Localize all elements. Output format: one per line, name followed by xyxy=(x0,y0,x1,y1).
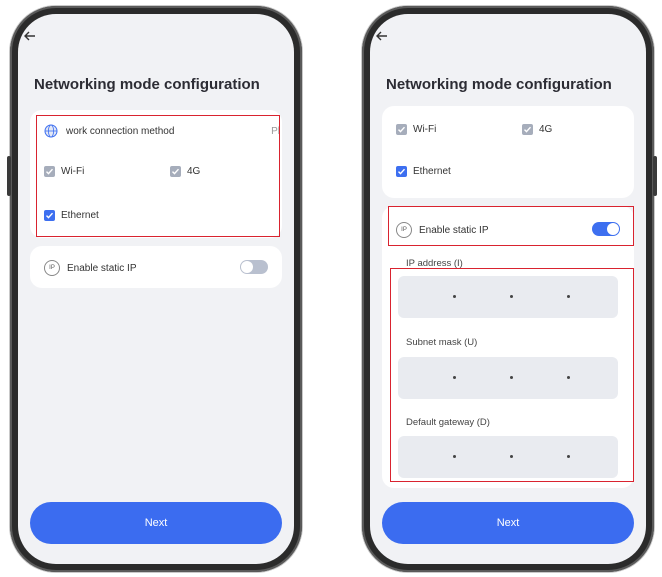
left-screen: Networking mode configuration work conne… xyxy=(18,14,294,564)
checkbox-checked-icon xyxy=(396,124,407,135)
next-button[interactable]: Next xyxy=(30,502,282,544)
highlight-box xyxy=(388,206,634,246)
checkbox-checked-icon xyxy=(396,166,407,177)
side-button xyxy=(653,156,657,196)
back-arrow-icon[interactable] xyxy=(22,28,44,50)
option-4g[interactable]: 4G xyxy=(522,124,552,135)
static-ip-toggle[interactable] xyxy=(240,260,268,274)
right-screen: Networking mode configuration Wi-Fi 4G E… xyxy=(370,14,646,564)
static-ip-label: Enable static IP xyxy=(67,262,137,274)
next-button[interactable]: Next xyxy=(382,502,634,544)
network-options-card: Wi-Fi 4G Ethernet xyxy=(382,106,634,198)
page-title: Networking mode configuration xyxy=(386,76,612,93)
highlight-box xyxy=(36,115,280,237)
ip-icon: IP xyxy=(44,260,60,276)
side-button xyxy=(7,156,11,196)
page-title: Networking mode configuration xyxy=(34,76,260,93)
option-label: Wi-Fi xyxy=(413,124,437,135)
checkbox-checked-icon xyxy=(522,124,533,135)
highlight-box xyxy=(390,268,634,482)
static-ip-row: IP Enable static IP xyxy=(44,260,136,276)
option-wifi[interactable]: Wi-Fi xyxy=(396,124,436,135)
option-label: 4G xyxy=(539,124,553,135)
static-ip-card: IP Enable static IP xyxy=(30,246,282,288)
left-phone: Networking mode configuration work conne… xyxy=(7,6,302,572)
back-arrow-icon[interactable] xyxy=(374,28,396,50)
option-ethernet[interactable]: Ethernet xyxy=(396,166,451,177)
toggle-knob xyxy=(241,261,253,273)
option-label: Ethernet xyxy=(413,166,451,177)
right-phone: Networking mode configuration Wi-Fi 4G E… xyxy=(362,6,657,572)
